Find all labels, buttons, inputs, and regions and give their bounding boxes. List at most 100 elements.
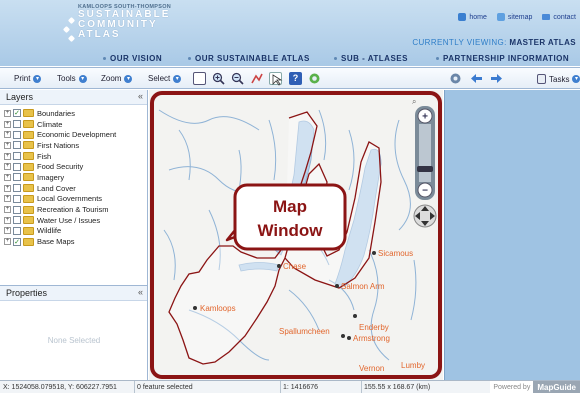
layer-item[interactable]: + Recreation & Tourism xyxy=(0,204,147,215)
place-label: Sicamous xyxy=(378,249,413,258)
select-label: Select xyxy=(148,74,171,83)
place-dot xyxy=(372,251,376,255)
layer-item[interactable]: + ✓ Base Maps xyxy=(0,236,147,247)
place-dot xyxy=(193,306,197,310)
layer-label: First Nations xyxy=(37,140,80,150)
help-icon[interactable]: ? xyxy=(289,72,302,85)
chevron-down-icon: ▾ xyxy=(173,74,182,83)
place-label: Spallumcheen xyxy=(279,327,330,336)
expand-icon[interactable]: + xyxy=(4,141,11,149)
layer-item[interactable]: + Imagery xyxy=(0,172,147,183)
expand-icon[interactable]: + xyxy=(4,184,11,192)
powered-by-label: Powered by xyxy=(490,381,534,393)
chevron-down-icon: ▾ xyxy=(572,75,580,83)
layer-checkbox[interactable] xyxy=(13,141,21,150)
folder-icon xyxy=(23,205,34,214)
sitemap-link-label: sitemap xyxy=(507,13,533,21)
back-arrow-icon[interactable] xyxy=(470,72,483,85)
expand-icon[interactable]: + xyxy=(4,152,11,160)
layer-item[interactable]: + Fish xyxy=(0,151,147,162)
expand-icon[interactable]: + xyxy=(4,131,11,139)
layer-checkbox[interactable] xyxy=(13,216,21,225)
layer-label: Economic Development xyxy=(37,130,117,140)
place-label: Chase xyxy=(283,262,307,271)
viewing-value: MASTER ATLAS xyxy=(509,38,576,47)
layer-checkbox[interactable]: ✓ xyxy=(13,237,21,246)
map-size-readout: 155.55 x 168.67 (km) xyxy=(364,384,431,391)
layer-checkbox[interactable] xyxy=(13,194,21,203)
tasks-menu[interactable]: Tasks ▾ xyxy=(537,74,580,84)
folder-icon xyxy=(23,162,34,171)
logo-line-3: ATLAS xyxy=(78,29,121,40)
pointer-icon[interactable] xyxy=(269,72,283,86)
folder-icon xyxy=(23,194,34,203)
top-links: home sitemap contact xyxy=(458,13,576,21)
place-dot xyxy=(353,314,357,318)
layer-checkbox[interactable] xyxy=(13,226,21,235)
forward-arrow-icon[interactable] xyxy=(490,72,503,85)
status-bar: X: 1524058.079518, Y: 606227.7951 0 feat… xyxy=(0,380,580,393)
layer-checkbox[interactable]: ✓ xyxy=(13,109,21,118)
nav-our-vision[interactable]: OUR VISION xyxy=(103,54,162,63)
nav-our-sustainable-atlas[interactable]: OUR SUSTAINABLE ATLAS xyxy=(188,54,310,63)
expand-icon[interactable]: + xyxy=(4,120,11,128)
search-icon: ⌕ xyxy=(412,97,416,106)
layer-checkbox[interactable] xyxy=(13,184,21,193)
expand-icon[interactable]: + xyxy=(4,206,11,214)
contact-link[interactable]: contact xyxy=(542,13,576,21)
layer-item[interactable]: + ✓ Boundaries xyxy=(0,108,147,119)
expand-icon[interactable]: + xyxy=(4,173,11,181)
chevron-down-icon: ▾ xyxy=(33,74,42,83)
nav-sub-atlases[interactable]: SUB - ATLASES xyxy=(334,54,408,63)
expand-icon[interactable]: + xyxy=(4,195,11,203)
expand-icon[interactable]: + xyxy=(4,238,11,246)
layer-item[interactable]: + First Nations xyxy=(0,140,147,151)
settings-icon[interactable] xyxy=(449,72,462,85)
refresh-icon[interactable] xyxy=(308,72,321,85)
zoom-out-icon[interactable] xyxy=(231,72,244,85)
home-icon xyxy=(458,13,467,21)
layer-item[interactable]: + Land Cover xyxy=(0,183,147,194)
print-menu[interactable]: Print ▾ xyxy=(14,74,42,83)
expand-icon[interactable]: + xyxy=(4,109,11,117)
collapse-icon[interactable]: « xyxy=(138,91,143,101)
layer-checkbox[interactable] xyxy=(13,173,21,182)
layer-item[interactable]: + Economic Development xyxy=(0,129,147,140)
layer-item[interactable]: + Wildlife xyxy=(0,226,147,237)
folder-icon xyxy=(23,130,34,139)
home-link[interactable]: home xyxy=(458,13,487,21)
collapse-icon[interactable]: « xyxy=(138,287,143,297)
layer-item[interactable]: + Local Governments xyxy=(0,194,147,205)
map-window[interactable]: Kamloops Chase Sicamous Salmon Arm Ender… xyxy=(149,90,443,380)
nav-label: OUR VISION xyxy=(110,54,163,63)
layer-label: Boundaries xyxy=(37,108,75,118)
expand-icon[interactable]: + xyxy=(4,163,11,171)
layer-label: Base Maps xyxy=(37,237,75,247)
layer-item[interactable]: + Food Security xyxy=(0,161,147,172)
nav-partnership-information[interactable]: PARTNERSHIP INFORMATION xyxy=(436,54,569,63)
mapguide-brand: MapGuide xyxy=(533,381,580,393)
layer-checkbox[interactable] xyxy=(13,152,21,161)
mapguide-badge[interactable]: Powered by MapGuide xyxy=(490,381,580,393)
select-menu[interactable]: Select ▾ xyxy=(148,74,182,83)
layer-item[interactable]: + Water Use / Issues xyxy=(0,215,147,226)
callout-line-1: Map xyxy=(273,197,307,216)
layer-item[interactable]: + Climate xyxy=(0,119,147,130)
tools-menu[interactable]: Tools ▾ xyxy=(57,74,87,83)
layer-label: Recreation & Tourism xyxy=(37,205,109,215)
sitemap-link[interactable]: sitemap xyxy=(496,13,533,21)
layer-checkbox[interactable] xyxy=(13,162,21,171)
layer-checkbox[interactable] xyxy=(13,205,21,214)
layer-checkbox[interactable] xyxy=(13,130,21,139)
zoom-rectangle-icon[interactable] xyxy=(193,72,206,85)
expand-icon[interactable]: + xyxy=(4,216,11,224)
layer-label: Water Use / Issues xyxy=(37,215,101,225)
atlas-logo[interactable]: KAMLOOPS SOUTH-THOMPSON SUSTAINABLE COMM… xyxy=(62,4,171,43)
zoom-slider[interactable]: ⌕ + − xyxy=(412,97,437,228)
zoom-in-icon[interactable] xyxy=(212,72,225,85)
zoom-menu[interactable]: Zoom ▾ xyxy=(101,74,133,83)
pan-icon[interactable] xyxy=(250,72,263,85)
layer-checkbox[interactable] xyxy=(13,120,21,129)
place-dot xyxy=(335,284,339,288)
expand-icon[interactable]: + xyxy=(4,227,11,235)
